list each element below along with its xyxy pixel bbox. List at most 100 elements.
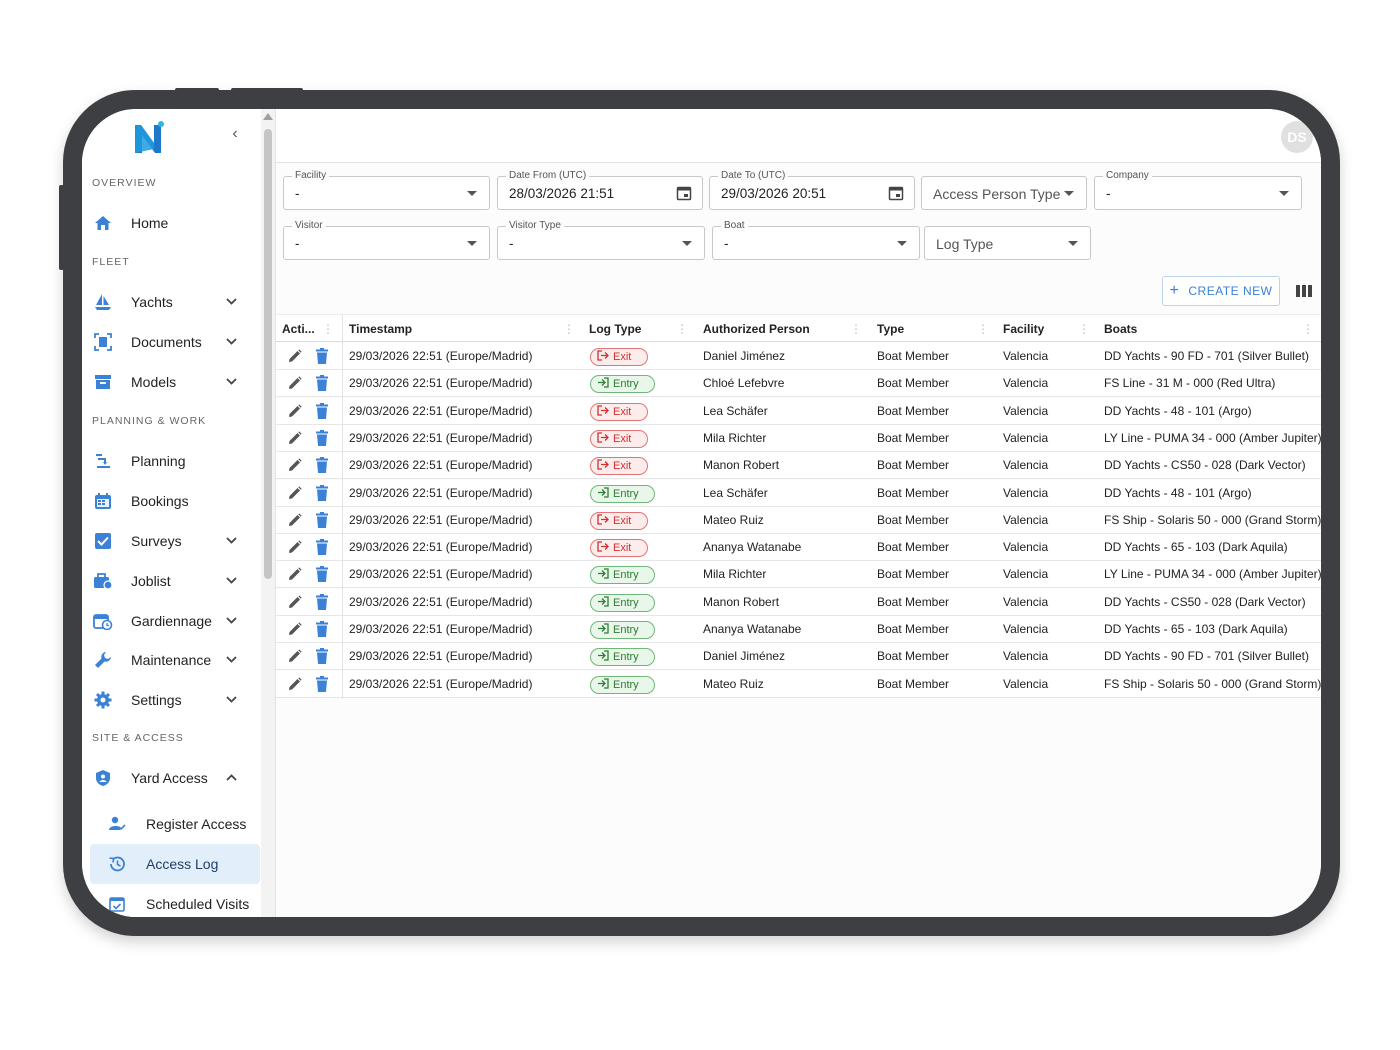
delete-icon[interactable] xyxy=(316,566,328,583)
sidebar-item-yachts[interactable]: Yachts xyxy=(90,283,260,321)
table-row[interactable]: 29/03/2026 22:51 (Europe/Madrid) Exit Mila… xyxy=(276,424,1321,452)
edit-icon[interactable] xyxy=(288,649,302,663)
table-row[interactable]: 29/03/2026 22:51 (Europe/Madrid) Entry Lea… xyxy=(276,479,1321,507)
sidebar-item-joblist[interactable]: Joblist xyxy=(90,562,260,600)
scrollbar-thumb[interactable] xyxy=(264,129,272,579)
edit-icon[interactable] xyxy=(288,403,302,418)
cell-timestamp: 29/03/2026 22:51 (Europe/Madrid) xyxy=(349,622,533,636)
column-header-boats[interactable]: Boats ⋮ xyxy=(1104,315,1314,343)
sidebar: ‹ OVERVIEW Home FLEET Yachts Documents M… xyxy=(82,109,260,917)
sidebar-item-planning[interactable]: Planning xyxy=(90,442,260,480)
company-select[interactable]: Company - xyxy=(1094,170,1302,210)
edit-icon[interactable] xyxy=(288,513,302,527)
delete-icon[interactable] xyxy=(316,648,328,665)
sidebar-item-label: Scheduled Visits xyxy=(146,896,250,912)
edit-icon[interactable] xyxy=(288,567,302,581)
column-menu-icon[interactable]: ⋮ xyxy=(563,315,575,343)
sidebar-item-label: Access Log xyxy=(146,856,219,872)
cell-facility: Valencia xyxy=(1003,512,1049,527)
edit-icon[interactable] xyxy=(288,485,302,500)
column-header-authorized-person[interactable]: Authorized Person ⋮ xyxy=(703,315,862,343)
delete-icon[interactable] xyxy=(316,429,328,446)
delete-icon[interactable] xyxy=(316,539,328,556)
sidebar-item-models[interactable]: Models xyxy=(90,363,260,401)
sidebar-item-documents[interactable]: Documents xyxy=(90,323,260,361)
edit-icon[interactable] xyxy=(288,595,302,609)
visitor-select[interactable]: Visitor - xyxy=(283,220,490,260)
edit-icon[interactable] xyxy=(288,540,302,554)
edit-icon[interactable] xyxy=(288,676,302,691)
sidebar-item-bookings[interactable]: Bookings xyxy=(90,482,260,520)
facility-select[interactable]: Facility - xyxy=(283,170,490,210)
cell-type: Boat Member xyxy=(877,512,950,527)
sidebar-scrollbar[interactable] xyxy=(261,109,275,917)
sidebar-item-access-log[interactable]: Access Log xyxy=(90,844,260,884)
sidebar-item-maintenance[interactable]: Maintenance xyxy=(90,641,260,679)
sidebar-item-register-access[interactable]: Register Access xyxy=(90,804,260,844)
login-icon xyxy=(597,596,613,610)
scroll-up-arrow[interactable] xyxy=(263,113,273,120)
table-row[interactable]: 29/03/2026 22:51 (Europe/Madrid) Entry Mat… xyxy=(276,670,1321,698)
table-row[interactable]: 29/03/2026 22:51 (Europe/Madrid) Exit Mate… xyxy=(276,506,1321,534)
calendar-icon[interactable] xyxy=(676,185,692,201)
delete-icon[interactable] xyxy=(316,375,328,392)
column-menu-icon[interactable]: ⋮ xyxy=(1078,315,1090,343)
date-to-input[interactable]: Date To (UTC) 29/03/2026 20:51 xyxy=(709,170,915,210)
table-row[interactable]: 29/03/2026 22:51 (Europe/Madrid) Entry Chl… xyxy=(276,370,1321,398)
table-row[interactable]: 29/03/2026 22:51 (Europe/Madrid) Exit Dani… xyxy=(276,343,1321,370)
delete-icon[interactable] xyxy=(316,484,328,501)
delete-icon[interactable] xyxy=(316,675,328,692)
table-row[interactable]: 29/03/2026 22:51 (Europe/Madrid) Exit Anan… xyxy=(276,534,1321,562)
delete-icon[interactable] xyxy=(316,457,328,474)
chevron-down-icon xyxy=(224,654,238,666)
field-value: - xyxy=(295,186,300,201)
delete-icon[interactable] xyxy=(316,593,328,610)
delete-icon[interactable] xyxy=(316,511,328,528)
column-menu-icon[interactable]: ⋮ xyxy=(850,315,862,343)
table-row[interactable]: 29/03/2026 22:51 (Europe/Madrid) Entry Ana… xyxy=(276,616,1321,643)
collapse-sidebar-button[interactable]: ‹ xyxy=(228,125,242,143)
cell-facility: Valencia xyxy=(1003,622,1049,636)
logout-icon xyxy=(597,404,613,419)
sidebar-item-home[interactable]: Home xyxy=(90,204,260,242)
edit-icon[interactable] xyxy=(288,622,302,636)
delete-icon[interactable] xyxy=(316,402,328,419)
edit-icon[interactable] xyxy=(288,458,302,472)
avatar[interactable]: DS xyxy=(1281,121,1313,153)
date-from-input[interactable]: Date From (UTC) 28/03/2026 21:51 xyxy=(497,170,703,210)
edit-icon[interactable] xyxy=(288,376,302,390)
delete-icon[interactable] xyxy=(316,348,328,364)
column-menu-icon[interactable]: ⋮ xyxy=(322,315,334,343)
create-new-button[interactable]: + CREATE NEW xyxy=(1162,276,1280,306)
field-value: - xyxy=(295,236,300,251)
table-row[interactable]: 29/03/2026 22:51 (Europe/Madrid) Entry Dan… xyxy=(276,643,1321,671)
visitor-type-select[interactable]: Visitor Type - xyxy=(497,220,705,260)
edit-icon[interactable] xyxy=(288,431,302,445)
sidebar-item-gardiennage[interactable]: Gardiennage xyxy=(90,602,260,640)
sidebar-item-yard-access[interactable]: Yard Access xyxy=(90,759,260,797)
boat-select[interactable]: Boat - xyxy=(712,220,920,260)
sidebar-item-scheduled-visits[interactable]: Scheduled Visits xyxy=(90,884,260,917)
column-header-timestamp[interactable]: Timestamp ⋮ xyxy=(349,315,575,343)
access-person-type-select[interactable]: Access Person Type xyxy=(921,176,1087,210)
table-row[interactable]: 29/03/2026 22:51 (Europe/Madrid) Entry Mil… xyxy=(276,561,1321,589)
cell-facility: Valencia xyxy=(1003,676,1049,691)
column-menu-icon[interactable]: ⋮ xyxy=(1302,315,1314,343)
column-header-type[interactable]: Type ⋮ xyxy=(877,315,989,343)
column-menu-icon[interactable]: ⋮ xyxy=(676,315,688,343)
column-header-log-type[interactable]: Log Type ⋮ xyxy=(589,315,688,343)
columns-icon[interactable] xyxy=(1296,285,1312,297)
cell-authorized-person: Daniel Jiménez xyxy=(703,649,786,664)
column-menu-icon[interactable]: ⋮ xyxy=(977,315,989,343)
column-header-actions[interactable]: Acti... ⋮ xyxy=(282,315,334,343)
calendar-icon[interactable] xyxy=(888,185,904,201)
table-row[interactable]: 29/03/2026 22:51 (Europe/Madrid) Exit Lea … xyxy=(276,397,1321,425)
log-type-select[interactable]: Log Type xyxy=(924,226,1091,260)
sidebar-item-surveys[interactable]: Surveys xyxy=(90,522,260,560)
sidebar-item-settings[interactable]: Settings xyxy=(90,681,260,719)
delete-icon[interactable] xyxy=(316,621,328,637)
table-row[interactable]: 29/03/2026 22:51 (Europe/Madrid) Entry Man… xyxy=(276,588,1321,616)
column-header-facility[interactable]: Facility ⋮ xyxy=(1003,315,1090,343)
table-row[interactable]: 29/03/2026 22:51 (Europe/Madrid) Exit Mano… xyxy=(276,452,1321,480)
edit-icon[interactable] xyxy=(288,349,302,363)
